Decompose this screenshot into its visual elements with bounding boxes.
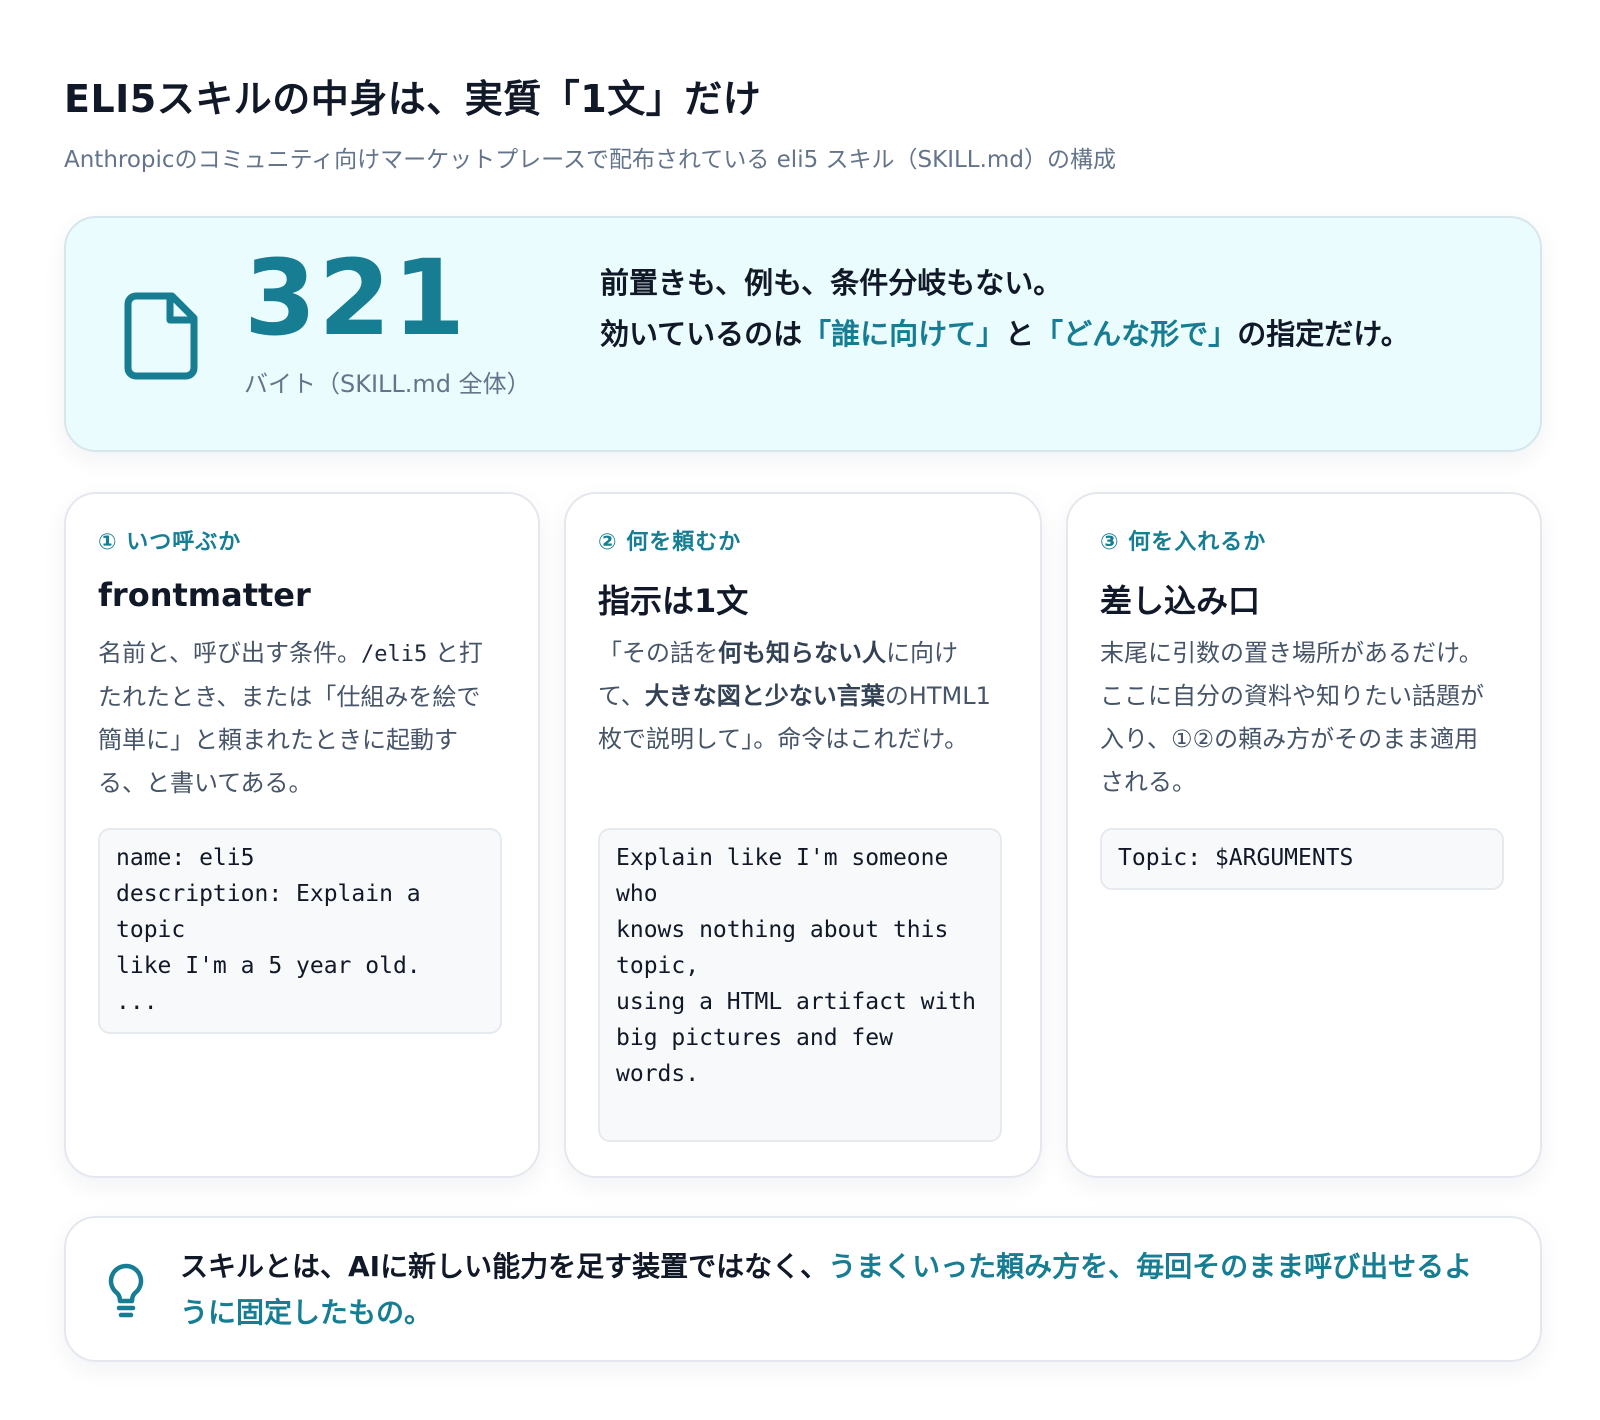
card-title: 指示は1文 xyxy=(598,582,749,620)
card-step-label: ① いつ呼ぶか xyxy=(98,530,242,555)
summary-text: と xyxy=(1005,317,1035,351)
document-icon xyxy=(124,292,198,380)
summary-statement: 前置きも、例も、条件分岐もない。 効いているのは「誰に向けて」と「どんな形で」の… xyxy=(600,258,1440,360)
card-when-to-call: ① いつ呼ぶか frontmatter 名前と、呼び出す条件。/eli5 と打た… xyxy=(64,492,540,1178)
summary-line-1: 前置きも、例も、条件分岐もない。 xyxy=(600,266,1063,300)
card-description: 名前と、呼び出す条件。/eli5 と打たれたとき、または「仕組みを絵で簡単に」と… xyxy=(98,632,500,805)
card-step-label: ② 何を頼むか xyxy=(598,530,742,555)
card-text: 「その話を xyxy=(598,639,718,667)
summary-text: 効いているのは xyxy=(600,317,803,351)
card-what-to-insert: ③ 何を入れるか 差し込み口 末尾に引数の置き場所があるだけ。ここに自分の資料や… xyxy=(1066,492,1542,1178)
card-title: 差し込み口 xyxy=(1100,582,1261,620)
card-text: 名前と、呼び出す条件。 xyxy=(98,639,362,667)
page: ELI5スキルの中身は、実質「1文」だけ Anthropicのコミュニティ向けマ… xyxy=(0,0,1600,1420)
page-subtitle: Anthropicのコミュニティ向けマーケットプレースで配布されている eli5… xyxy=(64,147,1116,173)
code-block: Topic: $ARGUMENTS xyxy=(1100,828,1504,890)
summary-accent-audience: 「誰に向けて」 xyxy=(802,317,1006,351)
byte-count-caption: バイト（SKILL.md 全体） xyxy=(244,370,531,398)
code-block: Explain like I'm someone who knows nothi… xyxy=(598,828,1002,1142)
summary-panel: 321 バイト（SKILL.md 全体） 前置きも、例も、条件分岐もない。 効い… xyxy=(64,216,1542,452)
code-block: name: eli5 description: Explain a topic … xyxy=(98,828,502,1034)
summary-accent-format: 「どんな形で」 xyxy=(1034,317,1238,351)
card-title: frontmatter xyxy=(98,576,311,614)
summary-line-2: 効いているのは「誰に向けて」と「どんな形で」の指定だけ。 xyxy=(600,309,1440,360)
takeaway-text: スキルとは、AIに新しい能力を足す装置ではなく、 xyxy=(180,1250,829,1283)
card-description: 「その話を何も知らない人に向けて、大きな図と少ない言葉のHTML1枚で説明して」… xyxy=(598,632,1000,761)
lightbulb-icon xyxy=(108,1263,144,1318)
card-step-label: ③ 何を入れるか xyxy=(1100,530,1267,555)
summary-text: の指定だけ。 xyxy=(1237,317,1410,351)
takeaway-panel: スキルとは、AIに新しい能力を足す装置ではなく、うまくいった頼み方を、毎回そのま… xyxy=(64,1216,1542,1362)
page-title: ELI5スキルの中身は、実質「1文」だけ xyxy=(64,77,762,121)
inline-code: /eli5 xyxy=(361,642,428,667)
card-what-to-ask: ② 何を頼むか 指示は1文 「その話を何も知らない人に向けて、大きな図と少ない言… xyxy=(564,492,1042,1178)
card-emphasis: 大きな図と少ない言葉 xyxy=(644,682,885,710)
card-description: 末尾に引数の置き場所があるだけ。ここに自分の資料や知りたい話題が入り、①②の頼み… xyxy=(1100,639,1484,796)
card-emphasis: 何も知らない人 xyxy=(718,639,886,667)
takeaway-statement: スキルとは、AIに新しい能力を足す装置ではなく、うまくいった頼み方を、毎回そのま… xyxy=(180,1244,1500,1336)
byte-count: 321 xyxy=(244,237,468,359)
